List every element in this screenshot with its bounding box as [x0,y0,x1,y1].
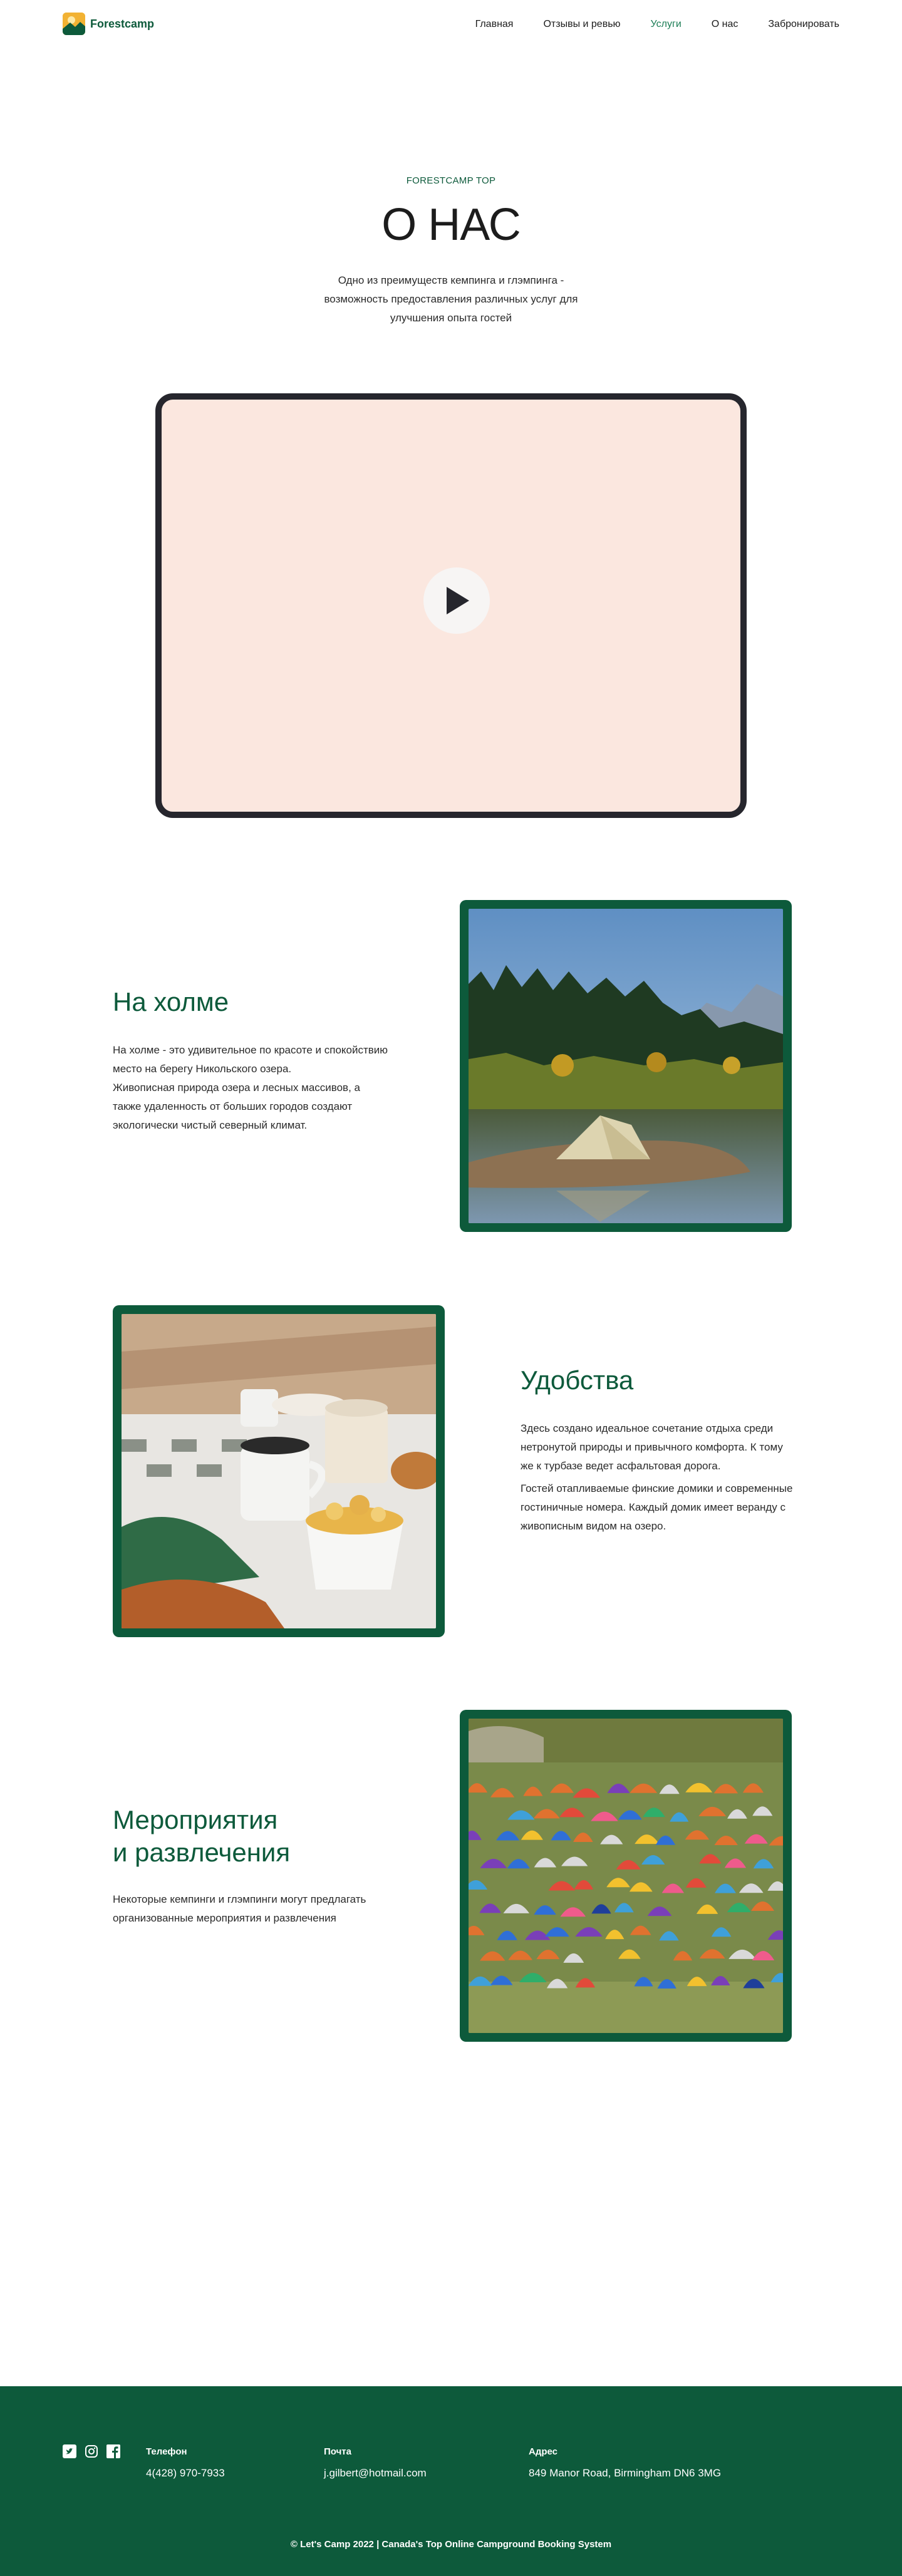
nav-item-about[interactable]: О нас [712,19,739,30]
address-label: Адрес [529,2446,558,2457]
play-button[interactable] [423,567,490,634]
phone-label: Телефон [146,2446,187,2457]
address-value: 849 Manor Road, Birmingham DN6 3MG [529,2467,722,2479]
section-text-events: Некоторые кемпинги и глэмпинги могут пре… [113,1890,376,1928]
phone-value[interactable]: 4(428) 970-7933 [146,2467,225,2480]
site-header: Forestcamp Главная Отзывы и ревью Услуги… [0,0,902,50]
section-text-hill: На холме - это удивительное по красоте и… [113,1041,388,1135]
title-line: Мероприятия [113,1805,278,1834]
footer-email: Почта j.gilbert@hotmail.com [324,2446,427,2480]
social-links [63,2444,120,2458]
nav-item-booking[interactable]: Забронировать [768,19,839,30]
section-title-events: Мероприятия и развлечения [113,1804,290,1869]
amenities-image [122,1314,436,1628]
logo[interactable]: Forestcamp [63,13,154,35]
paragraph: Некоторые кемпинги и глэмпинги могут пре… [113,1893,366,1924]
site-footer: Телефон 4(428) 970-7933 Почта j.gilbert@… [0,2386,902,2576]
email-label: Почта [324,2446,351,2457]
facebook-icon[interactable] [106,2444,120,2458]
paragraph: Гостей отапливаемые финские домики и сов… [521,1482,793,1532]
section-title-hill: На холме [113,987,229,1016]
tents-field-image [469,1719,783,2033]
nav-item-services[interactable]: Услуги [651,19,682,30]
nav-item-reviews[interactable]: Отзывы и ревью [543,19,620,30]
lake-tent-image [469,909,783,1223]
instagram-icon[interactable] [85,2444,98,2458]
twitter-icon[interactable] [63,2444,76,2458]
section-title-amenities: Удобства [521,1365,634,1395]
footer-address: Адрес 849 Manor Road, Birmingham DN6 3MG [529,2446,721,2480]
section-text-amenities: Здесь создано идеальное сочетание отдыха… [521,1419,796,1536]
logo-text: Forestcamp [90,17,155,30]
nav-item-home[interactable]: Главная [475,19,514,30]
play-icon [447,587,469,614]
page-title: О НАС [381,200,521,250]
video-player[interactable] [155,393,747,818]
logo-icon [63,13,85,35]
title-line: и развлечения [113,1838,291,1867]
photo-amenities [113,1305,445,1637]
paragraph: Здесь создано идеальное сочетание отдыха… [521,1422,783,1472]
paragraph: На холме - это удивительное по красоте и… [113,1044,388,1075]
paragraph: Живописная природа озера и лесных массив… [113,1082,360,1131]
copyright: © Let's Camp 2022 | Canada's Top Online … [290,2539,612,2550]
photo-tents-field [460,1710,792,2042]
hero-eyebrow: FORESTCAMP TOP [406,175,496,186]
photo-lake-tent [460,900,792,1232]
hero-description: Одно из преимуществ кемпинга и глэмпинга… [324,274,578,324]
footer-phone: Телефон 4(428) 970-7933 [146,2446,225,2480]
email-value[interactable]: j.gilbert@hotmail.com [324,2467,427,2480]
main-nav: Главная Отзывы и ревью Услуги О нас Забр… [475,19,839,30]
